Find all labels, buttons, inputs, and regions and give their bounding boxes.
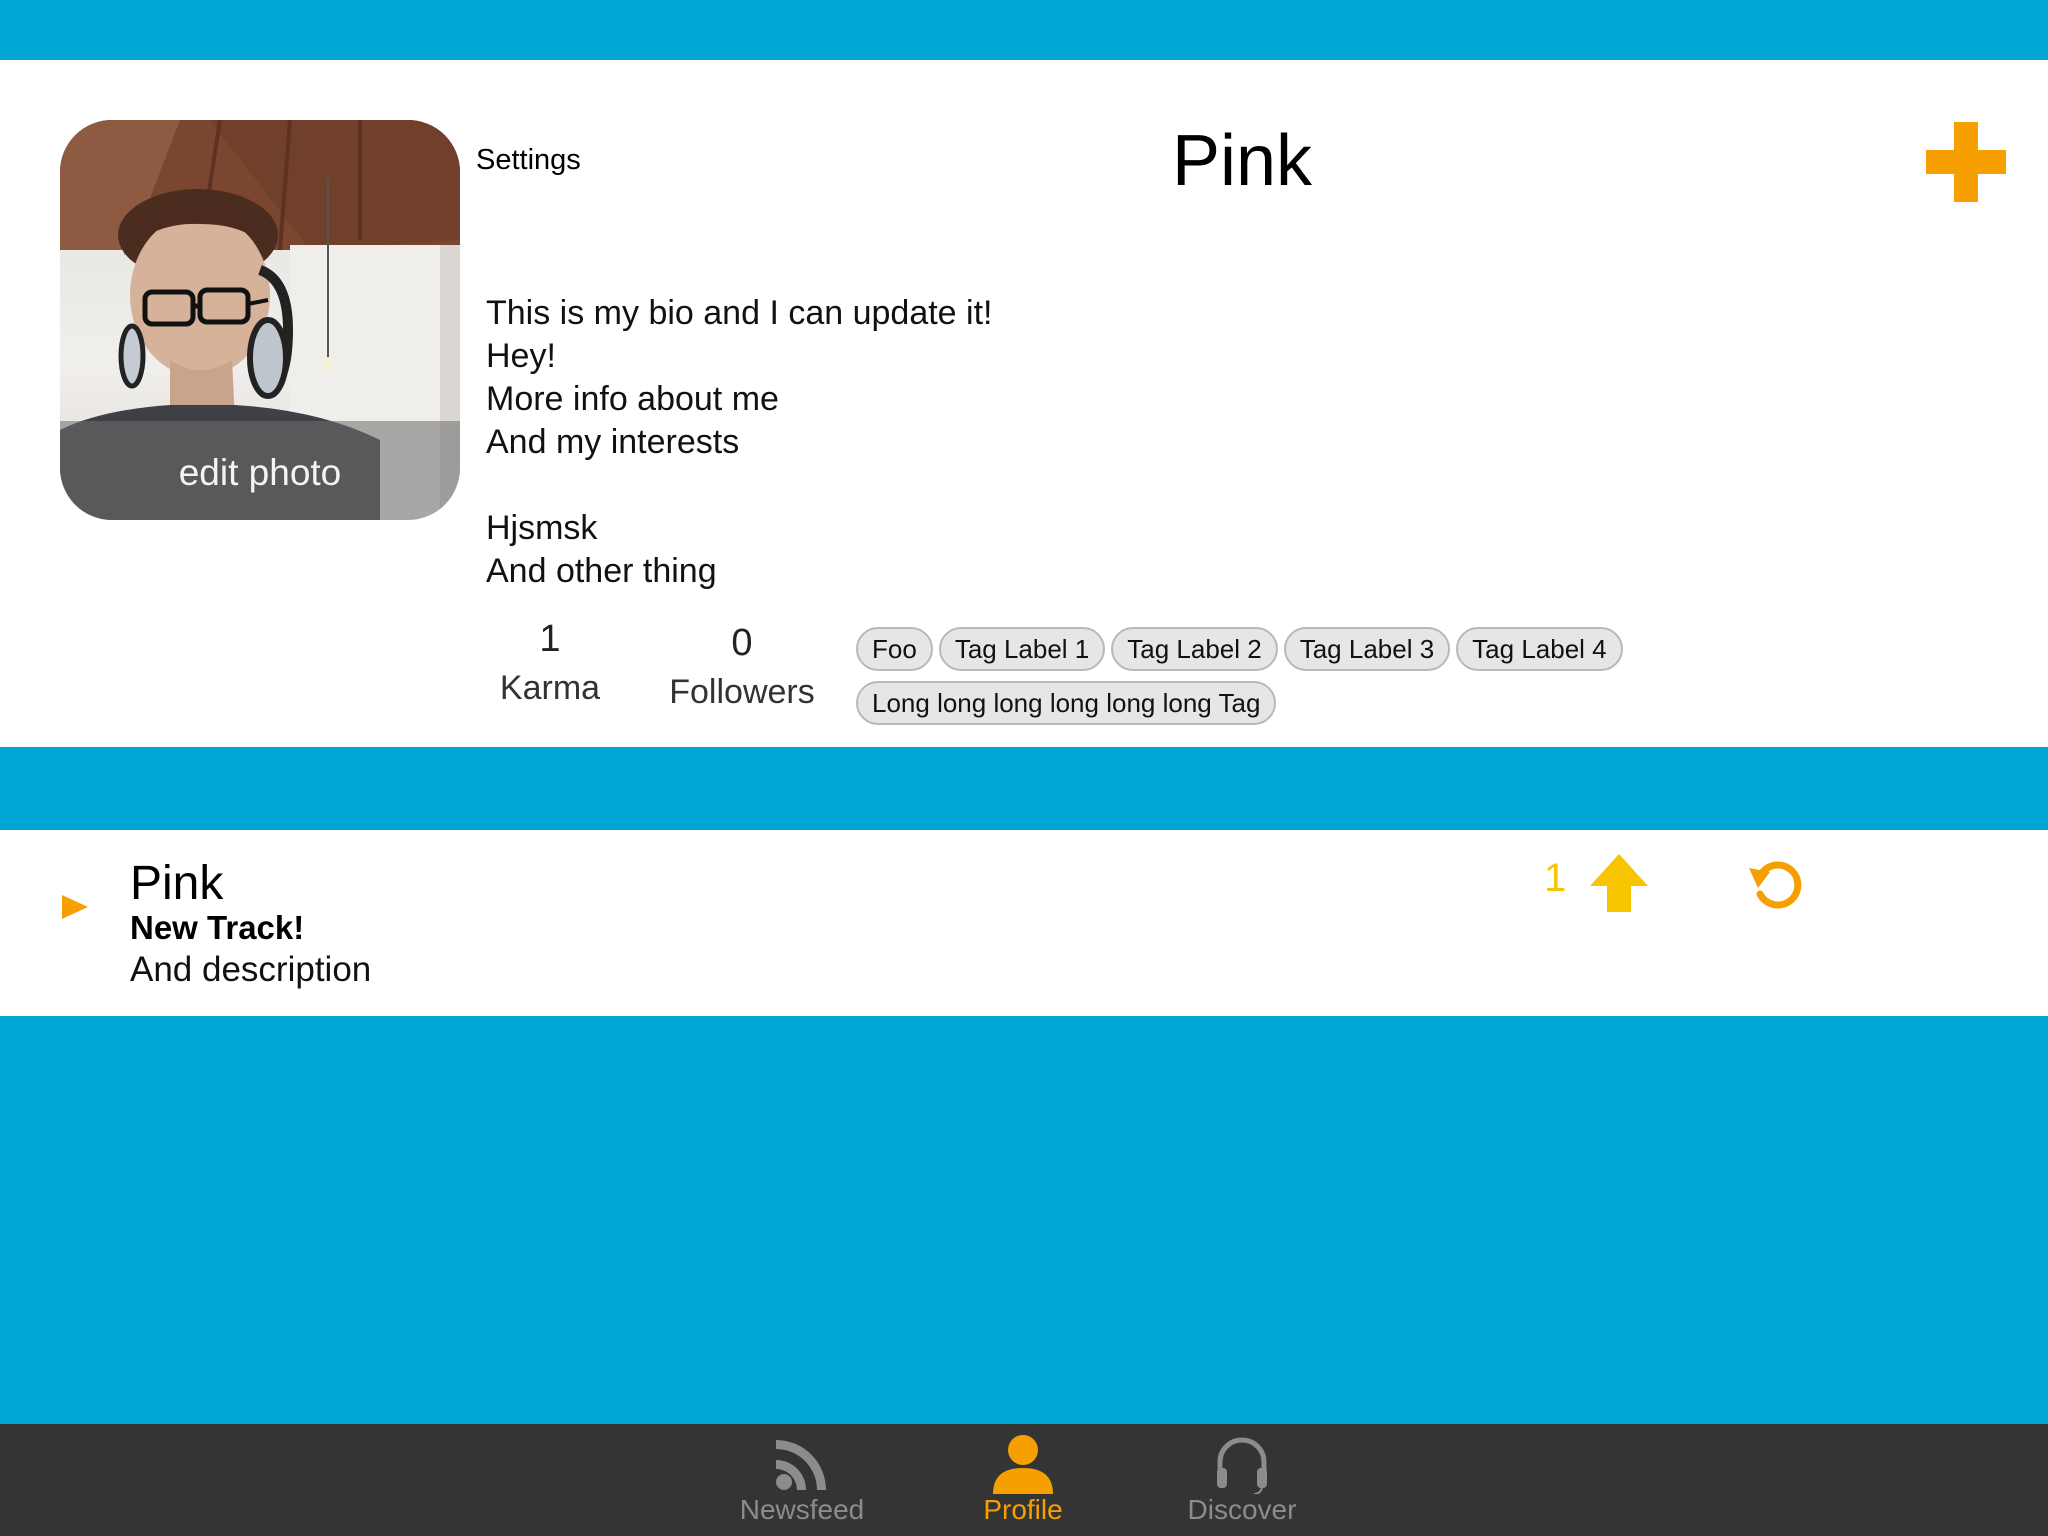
profile-photo[interactable]: edit photo [60,120,460,520]
repost-icon [1749,861,1802,909]
play-button[interactable] [60,892,90,922]
followers-value: 0 [731,622,753,664]
upvote-button[interactable] [1588,852,1650,914]
person-icon [993,1435,1053,1494]
track-description: And description [130,950,372,989]
plus-icon [1926,122,2006,202]
tag-list: Foo Tag Label 1 Tag Label 2 Tag Label 3 Tag … [856,627,1656,735]
top-bar [0,0,2048,60]
arrow-up-icon [1590,854,1648,912]
karma-label: Karma [499,669,601,707]
rss-icon [776,1440,826,1490]
tag-chip[interactable]: Tag Label 4 [1456,627,1623,671]
tab-discover-label: Discover [1187,1494,1297,1525]
tab-newsfeed[interactable]: Newsfeed [712,1424,892,1536]
track-row[interactable]: Pink New Track! And description 1 [0,830,2048,1016]
tab-bar: Newsfeed Profile Discover [0,1424,2048,1536]
headphones-icon [1217,1437,1267,1494]
tab-discover[interactable]: Discover [1152,1424,1332,1536]
add-button[interactable] [1924,120,2008,204]
tag-chip[interactable]: Long long long long long long Tag [856,681,1277,725]
karma-value: 1 [539,618,561,660]
profile-bio: This is my bio and I can update it! Hey!… [486,294,993,590]
track-artist[interactable]: Pink [130,856,223,911]
tab-profile-label: Profile [983,1494,1063,1525]
tab-profile[interactable]: Profile [933,1424,1113,1536]
tab-newsfeed-label: Newsfeed [739,1494,865,1525]
tag-chip[interactable]: Tag Label 3 [1283,627,1451,671]
vote-count: 1 [1544,856,1567,900]
tag-chip[interactable]: Foo [856,627,933,671]
tag-chip[interactable]: Tag Label 2 [1111,627,1278,671]
profile-name: Pink [1171,121,1313,201]
followers-stat[interactable]: 0 Followers [652,622,832,712]
play-icon [62,895,88,919]
karma-stat: 1 Karma [480,618,620,708]
settings-link[interactable]: Settings [476,144,581,177]
track-title: New Track! [130,909,305,946]
repost-button[interactable] [1746,854,1806,914]
section-divider [0,747,2048,830]
edit-photo-label[interactable]: edit photo [60,421,460,520]
followers-label: Followers [669,673,815,711]
tag-chip[interactable]: Tag Label 1 [938,627,1106,671]
